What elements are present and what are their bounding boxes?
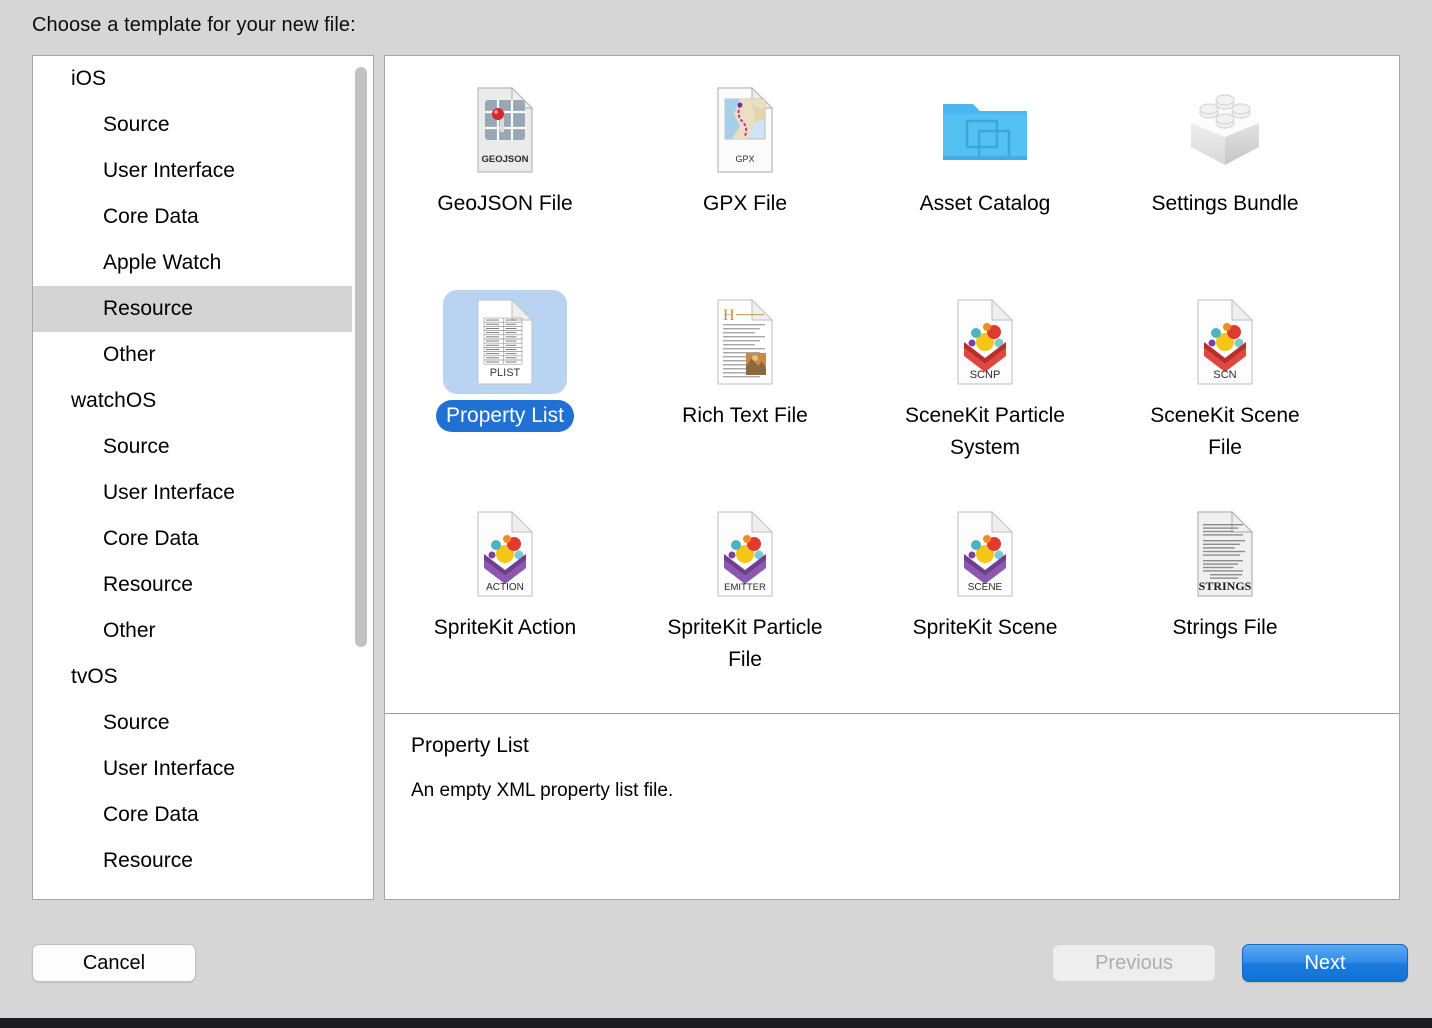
template-item-gpx-file[interactable]: GPX GPX File <box>625 74 865 286</box>
geojson-file-icon: GEOJSON <box>443 78 567 182</box>
svg-text:ACTION: ACTION <box>486 582 524 593</box>
sidebar-item-apple-watch[interactable]: Apple Watch <box>33 240 357 286</box>
template-item-label: SpriteKit Scene <box>903 612 1068 644</box>
sidebar-item-watchos[interactable]: watchOS <box>33 378 357 424</box>
sidebar-item-other[interactable]: Other <box>33 608 357 654</box>
sidebar-item-source[interactable]: Source <box>33 700 357 746</box>
next-button[interactable]: Next <box>1242 944 1408 982</box>
sidebar-item-resource[interactable]: Resource <box>33 562 357 608</box>
template-item-spritekit-scene[interactable]: SCENE SpriteKit Scene <box>865 498 1105 710</box>
previous-button[interactable]: Previous <box>1052 944 1216 982</box>
template-item-spritekit-particle-file[interactable]: EMITTER SpriteKit Particle File <box>625 498 865 710</box>
sidebar-item-other[interactable]: Other <box>33 332 357 378</box>
template-item-label: SpriteKit Particle File <box>645 612 845 676</box>
spritekit-action-icon: ACTION <box>443 502 567 606</box>
window-bottom-strip <box>0 1018 1432 1028</box>
sidebar-item-resource[interactable]: Resource <box>33 838 357 884</box>
svg-text:H: H <box>723 307 735 324</box>
sidebar-item-core-data[interactable]: Core Data <box>33 792 357 838</box>
template-item-label: SpriteKit Action <box>424 612 586 644</box>
svg-text:EMITTER: EMITTER <box>724 582 766 593</box>
settings-bundle-icon <box>1163 78 1287 182</box>
sidebar-item-resource[interactable]: Resource <box>33 286 357 332</box>
page-title: Choose a template for your new file: <box>32 14 356 37</box>
template-item-scenekit-particle-system[interactable]: SCNP SceneKit Particle System <box>865 286 1105 498</box>
sidebar-item-source[interactable]: Source <box>33 424 357 470</box>
scenekit-particle-system-icon: SCNP <box>923 290 1047 394</box>
sidebar-item-source[interactable]: Source <box>33 102 357 148</box>
sidebar-item-tvos[interactable]: tvOS <box>33 654 357 700</box>
template-chooser-dialog: Choose a template for your new file: iOS… <box>0 0 1432 1018</box>
template-item-asset-catalog[interactable]: Asset Catalog <box>865 74 1105 286</box>
template-grid-panel: GEOJSON GeoJSON File GPX GPX File Asset Cata… <box>384 55 1400 900</box>
rich-text-file-icon: H <box>683 290 807 394</box>
template-item-label: SceneKit Particle System <box>885 400 1085 464</box>
sidebar-scrollbar-thumb[interactable] <box>355 67 367 647</box>
template-grid: GEOJSON GeoJSON File GPX GPX File Asset Cata… <box>385 56 1399 713</box>
template-item-property-list[interactable]: PLIST Property List <box>385 286 625 498</box>
sidebar-list: iOSSourceUser InterfaceCore DataApple Wa… <box>33 56 357 884</box>
template-item-label: Asset Catalog <box>910 188 1061 220</box>
sidebar-item-user-interface[interactable]: User Interface <box>33 148 357 194</box>
asset-catalog-icon <box>923 78 1047 182</box>
svg-text:PLIST: PLIST <box>490 367 521 379</box>
template-item-rich-text-file[interactable]: H Rich Text File <box>625 286 865 498</box>
svg-text:SCN: SCN <box>1213 369 1236 381</box>
template-item-label: GPX File <box>693 188 797 220</box>
template-item-label: Property List <box>436 400 574 432</box>
template-item-strings-file[interactable]: STRINGS Strings File <box>1105 498 1345 710</box>
gpx-file-icon: GPX <box>683 78 807 182</box>
cancel-button[interactable]: Cancel <box>32 944 196 982</box>
panel-divider <box>385 713 1399 714</box>
svg-text:GPX: GPX <box>735 154 754 164</box>
template-item-scenekit-scene-file[interactable]: SCN SceneKit Scene File <box>1105 286 1345 498</box>
sidebar-scrollbar[interactable] <box>352 58 370 899</box>
sidebar-item-ios[interactable]: iOS <box>33 56 357 102</box>
spritekit-scene-icon: SCENE <box>923 502 1047 606</box>
template-item-geojson-file[interactable]: GEOJSON GeoJSON File <box>385 74 625 286</box>
spritekit-particle-file-icon: EMITTER <box>683 502 807 606</box>
template-description: Property List An empty XML property list… <box>411 734 1351 802</box>
template-item-label: GeoJSON File <box>427 188 582 220</box>
sidebar-item-core-data[interactable]: Core Data <box>33 516 357 562</box>
svg-text:STRINGS: STRINGS <box>1199 579 1252 593</box>
template-item-label: Rich Text File <box>672 400 818 432</box>
scenekit-scene-file-icon: SCN <box>1163 290 1287 394</box>
description-title: Property List <box>411 734 1351 758</box>
platform-category-sidebar[interactable]: iOSSourceUser InterfaceCore DataApple Wa… <box>32 55 374 900</box>
template-item-label: SceneKit Scene File <box>1125 400 1325 464</box>
description-text: An empty XML property list file. <box>411 780 1351 802</box>
template-item-label: Settings Bundle <box>1141 188 1308 220</box>
svg-text:SCNP: SCNP <box>970 369 1001 381</box>
template-item-settings-bundle[interactable]: Settings Bundle <box>1105 74 1345 286</box>
template-item-spritekit-action[interactable]: ACTION SpriteKit Action <box>385 498 625 710</box>
svg-text:SCENE: SCENE <box>968 582 1003 593</box>
strings-file-icon: STRINGS <box>1163 502 1287 606</box>
svg-text:GEOJSON: GEOJSON <box>482 154 529 165</box>
sidebar-item-core-data[interactable]: Core Data <box>33 194 357 240</box>
template-item-label: Strings File <box>1162 612 1287 644</box>
sidebar-item-user-interface[interactable]: User Interface <box>33 746 357 792</box>
property-list-icon: PLIST <box>443 290 567 394</box>
sidebar-item-user-interface[interactable]: User Interface <box>33 470 357 516</box>
